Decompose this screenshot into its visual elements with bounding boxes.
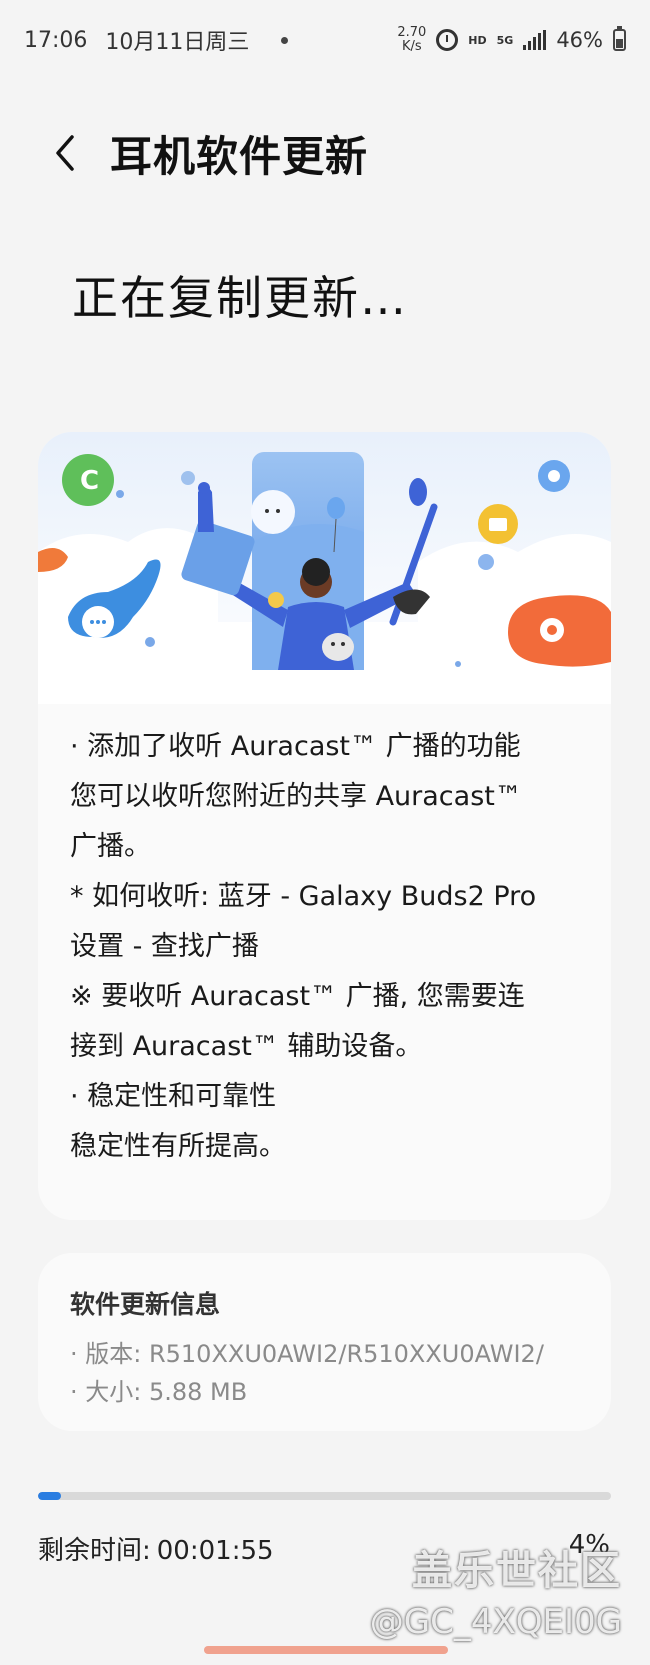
note-line: · 添加了收听 Auracast™ 广播的功能 <box>70 731 521 762</box>
note-line: ※ 要收听 Auracast™ 广播, 您需要连 <box>70 981 525 1012</box>
note-line: 设置 - 查找广播 <box>70 931 259 962</box>
release-notes: · 添加了收听 Auracast™ 广播的功能 您可以收听您附近的共享 Aura… <box>38 704 611 1172</box>
status-time: 17:06 <box>24 27 88 53</box>
note-line: * 如何收听: 蓝牙 - Galaxy Buds2 Pro <box>70 881 537 912</box>
speed-value: 2.70 <box>397 25 427 40</box>
update-progress-bar <box>38 1492 611 1500</box>
release-notes-card: C · 添加了收听 Auracast™ 广播的功能 您可以收听您附近的共享 Au… <box>38 432 611 1220</box>
app-header: 耳机软件更新 <box>0 108 650 198</box>
status-date: 10月11日周三 <box>105 30 250 55</box>
speed-unit: K/s <box>401 39 422 54</box>
remaining-value: 00:01:55 <box>156 1536 274 1566</box>
svg-text:C: C <box>80 466 99 496</box>
version-info: · 版本: R510XXU0AWI2/R510XXU0AWI2/ <box>70 1340 544 1368</box>
status-bar: 17:06 10月11日周三 2.70 K/s HD 5G 46% <box>0 0 650 80</box>
note-line: · 稳定性和可靠性 <box>70 1081 277 1112</box>
battery-icon <box>613 26 626 51</box>
hd-indicator: HD <box>468 33 487 47</box>
watermark-text: 盖乐世社区 <box>412 1548 622 1594</box>
page-title: 耳机软件更新 <box>110 131 369 181</box>
network-type: 5G <box>496 33 514 47</box>
alarm-icon <box>436 29 459 51</box>
size-info: · 大小: 5.88 MB <box>70 1378 248 1406</box>
remaining-label: 剩余时间: <box>38 1536 151 1566</box>
note-line: 接到 Auracast™ 辅助设备。 <box>70 1031 423 1062</box>
home-indicator[interactable] <box>204 1646 448 1654</box>
status-right: 2.70 K/s HD 5G 46% <box>397 26 626 54</box>
back-button[interactable] <box>30 118 100 188</box>
signal-icon <box>523 30 547 50</box>
note-line: 您可以收听您附近的共享 Auracast™ <box>70 781 522 812</box>
info-title: 软件更新信息 <box>70 1290 221 1319</box>
battery-percent: 46% <box>556 28 603 52</box>
notification-dot-icon <box>281 36 289 44</box>
software-info-card: 软件更新信息 · 版本: R510XXU0AWI2/R510XXU0AWI2/ … <box>38 1253 611 1431</box>
watermark-handle: @GC_4XQEI0G <box>369 1602 622 1642</box>
progress-fill <box>38 1492 61 1500</box>
remaining-time: 剩余时间: 00:01:55 <box>38 1530 274 1567</box>
status-left: 17:06 10月11日周三 <box>24 24 289 56</box>
update-illustration: C <box>38 432 611 704</box>
chevron-left-icon <box>56 135 74 171</box>
note-line: 广播。 <box>70 831 151 862</box>
note-line: 稳定性有所提高。 <box>70 1131 286 1162</box>
network-speed: 2.70 K/s <box>397 26 426 54</box>
update-status-heading: 正在复制更新… <box>72 271 408 325</box>
